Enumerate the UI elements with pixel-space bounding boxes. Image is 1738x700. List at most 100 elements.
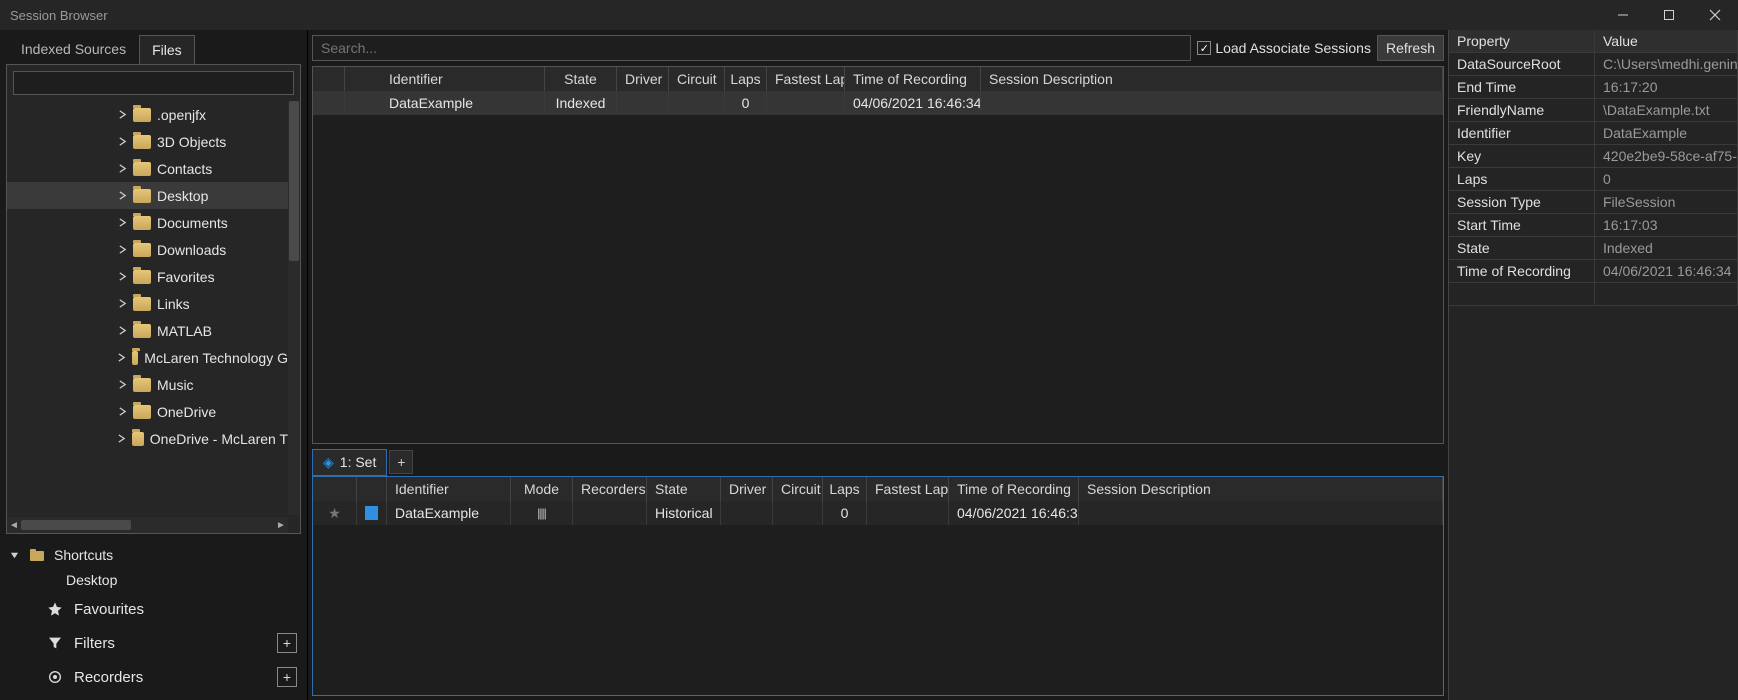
folder-item[interactable]: Favorites: [7, 263, 288, 290]
col2-state[interactable]: State: [647, 477, 721, 501]
col-laps[interactable]: Laps: [725, 67, 767, 91]
property-row[interactable]: Time of Recording04/06/2021 16:46:34: [1449, 260, 1738, 283]
favourites-row[interactable]: Favourites: [10, 592, 297, 626]
window-title: Session Browser: [10, 8, 108, 23]
color-swatch-icon[interactable]: [365, 506, 378, 520]
col2-desc[interactable]: Session Description: [1079, 477, 1443, 501]
folder-item[interactable]: Documents: [7, 209, 288, 236]
add-recorder-button[interactable]: +: [277, 667, 297, 687]
col-identifier[interactable]: Identifier: [345, 67, 545, 91]
property-row[interactable]: StateIndexed: [1449, 237, 1738, 260]
shortcuts-panel: Shortcuts Desktop Favourites Filters +: [0, 538, 307, 700]
refresh-button[interactable]: Refresh: [1377, 35, 1444, 61]
col2-mode[interactable]: Mode: [511, 477, 573, 501]
filters-row[interactable]: Filters +: [10, 626, 297, 660]
property-row[interactable]: Start Time16:17:03: [1449, 214, 1738, 237]
col2-driver[interactable]: Driver: [721, 477, 773, 501]
sessions-grid[interactable]: Identifier State Driver Circuit Laps Fas…: [312, 66, 1444, 444]
mode-bars-icon: ||||: [537, 506, 545, 520]
recorders-row[interactable]: Recorders +: [10, 660, 297, 694]
folder-icon: [132, 432, 144, 446]
chevron-right-icon: [117, 407, 127, 417]
folder-item[interactable]: Desktop: [7, 182, 288, 209]
property-col-value[interactable]: Value: [1595, 30, 1738, 53]
tree-horizontal-scrollbar[interactable]: ◄►: [7, 517, 288, 533]
tab-set-1[interactable]: ◈ 1: Set: [312, 449, 387, 476]
folder-label: 3D Objects: [157, 134, 226, 150]
set-grid[interactable]: Identifier Mode Recorders State Driver C…: [312, 476, 1444, 696]
search-input[interactable]: [312, 35, 1191, 61]
col-fastest[interactable]: Fastest Lap: [767, 67, 845, 91]
folder-tree[interactable]: .openjfx 3D Objects ContactsDesktop Documen…: [7, 101, 288, 515]
folder-icon: [133, 270, 151, 284]
property-row[interactable]: DataSourceRootC:\Users\medhi.genin\D: [1449, 53, 1738, 76]
property-row[interactable]: Key420e2be9-58ce-af75-9: [1449, 145, 1738, 168]
shortcuts-header[interactable]: Shortcuts: [10, 542, 297, 568]
title-bar: Session Browser: [0, 0, 1738, 30]
property-key: State: [1449, 237, 1595, 260]
cell2-circuit: [773, 501, 823, 525]
col-desc[interactable]: Session Description: [981, 67, 1443, 91]
chevron-right-icon: [117, 218, 127, 228]
property-row[interactable]: Session TypeFileSession: [1449, 191, 1738, 214]
tab-files[interactable]: Files: [139, 35, 195, 64]
folder-item[interactable]: .openjfx: [7, 101, 288, 128]
cell2-fastest: [867, 501, 949, 525]
chevron-right-icon: [117, 434, 126, 444]
checkbox-checked-icon: ✓: [1197, 41, 1211, 55]
folder-item[interactable]: Links: [7, 290, 288, 317]
property-col-name[interactable]: Property: [1449, 30, 1595, 53]
property-value: 16:17:20: [1595, 76, 1738, 99]
property-row[interactable]: FriendlyName\DataExample.txt: [1449, 99, 1738, 122]
cell2-laps: 0: [823, 501, 867, 525]
col2-circuit[interactable]: Circuit: [773, 477, 823, 501]
table-row[interactable]: DataExample Indexed 0 04/06/2021 16:46:3…: [313, 91, 1443, 115]
filters-label: Filters: [74, 635, 297, 652]
col-driver[interactable]: Driver: [617, 67, 669, 91]
col2-time[interactable]: Time of Recording: [949, 477, 1079, 501]
chevron-right-icon: [117, 353, 126, 363]
window-minimize-icon[interactable]: [1600, 0, 1646, 30]
col-state[interactable]: State: [545, 67, 617, 91]
folder-label: Documents: [157, 215, 228, 231]
star-outline-icon[interactable]: ★: [328, 505, 341, 522]
folder-item[interactable]: OneDrive - McLaren T: [7, 425, 288, 452]
path-input[interactable]: [13, 71, 294, 95]
chevron-right-icon: [117, 272, 127, 282]
window-close-icon[interactable]: [1692, 0, 1738, 30]
property-key: Time of Recording: [1449, 260, 1595, 283]
col-time[interactable]: Time of Recording: [845, 67, 981, 91]
add-filter-button[interactable]: +: [277, 633, 297, 653]
folder-item[interactable]: 3D Objects: [7, 128, 288, 155]
window-maximize-icon[interactable]: [1646, 0, 1692, 30]
property-value: Indexed: [1595, 237, 1738, 260]
property-row[interactable]: Laps0: [1449, 168, 1738, 191]
table-row[interactable]: ★ DataExample |||| Historical 0 04/06/20…: [313, 501, 1443, 525]
property-key: Session Type: [1449, 191, 1595, 214]
col2-recorders[interactable]: Recorders: [573, 477, 647, 501]
folder-item[interactable]: MATLAB: [7, 317, 288, 344]
property-row[interactable]: IdentifierDataExample: [1449, 122, 1738, 145]
folder-item[interactable]: Downloads: [7, 236, 288, 263]
tree-vertical-scrollbar[interactable]: [288, 101, 300, 515]
col-circuit[interactable]: Circuit: [669, 67, 725, 91]
folder-item[interactable]: McLaren Technology G: [7, 344, 288, 371]
folder-item[interactable]: Music: [7, 371, 288, 398]
property-key: End Time: [1449, 76, 1595, 99]
main-content: ✓ Load Associate Sessions Refresh Identi…: [308, 30, 1448, 700]
tab-indexed-sources[interactable]: Indexed Sources: [8, 34, 139, 64]
chevron-right-icon: [117, 326, 127, 336]
folder-item[interactable]: OneDrive: [7, 398, 288, 425]
source-tabs: Indexed Sources Files: [0, 30, 307, 64]
col2-laps[interactable]: Laps: [823, 477, 867, 501]
folder-label: Favorites: [157, 269, 215, 285]
add-set-button[interactable]: +: [389, 450, 413, 474]
col2-fastest[interactable]: Fastest Lap: [867, 477, 949, 501]
load-associate-label: Load Associate Sessions: [1215, 40, 1371, 56]
property-value: 16:17:03: [1595, 214, 1738, 237]
col2-identifier[interactable]: Identifier: [387, 477, 511, 501]
load-associate-checkbox[interactable]: ✓ Load Associate Sessions: [1197, 40, 1371, 56]
property-row[interactable]: End Time16:17:20: [1449, 76, 1738, 99]
folder-item[interactable]: Contacts: [7, 155, 288, 182]
shortcut-desktop[interactable]: Desktop: [10, 568, 297, 592]
